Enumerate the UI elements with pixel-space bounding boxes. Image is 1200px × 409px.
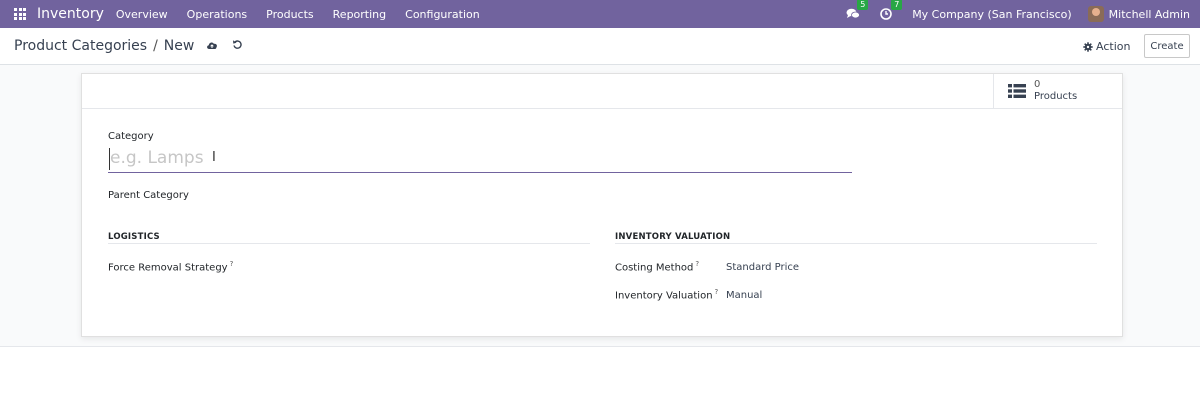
action-menu-button[interactable]: Action bbox=[1083, 40, 1130, 53]
user-menu[interactable]: Mitchell Admin bbox=[1087, 6, 1190, 22]
help-tooltip-icon[interactable]: ? bbox=[695, 260, 699, 268]
undo-icon bbox=[233, 40, 243, 49]
menu-overview[interactable]: Overview bbox=[116, 8, 168, 21]
costing-method-value[interactable]: Standard Price bbox=[726, 262, 799, 273]
menu-products[interactable]: Products bbox=[266, 8, 314, 21]
navbar-systray: 5 7 My Company (San Francisco) Mitchell … bbox=[846, 0, 1200, 28]
inventory-valuation-value[interactable]: Manual bbox=[726, 290, 762, 301]
clock-icon bbox=[880, 8, 892, 20]
help-tooltip-icon[interactable]: ? bbox=[230, 260, 234, 268]
inventory-valuation-text: Inventory Valuation bbox=[615, 290, 713, 302]
app-menu-icon[interactable] bbox=[14, 8, 26, 20]
category-name-input[interactable] bbox=[108, 144, 852, 173]
breadcrumb: Product Categories / New bbox=[14, 38, 243, 54]
avatar bbox=[1087, 6, 1104, 22]
breadcrumb-separator: / bbox=[153, 38, 158, 54]
app-name[interactable]: Inventory bbox=[37, 6, 104, 22]
control-panel: Product Categories / New Action Create bbox=[0, 28, 1200, 65]
menu-reporting[interactable]: Reporting bbox=[333, 8, 386, 21]
inventory-valuation-section-title: INVENTORY VALUATION bbox=[615, 232, 731, 242]
inventory-valuation-divider bbox=[615, 243, 1097, 244]
action-label: Action bbox=[1096, 40, 1131, 53]
force-removal-strategy-label: Force Removal Strategy? bbox=[108, 260, 233, 273]
company-switcher[interactable]: My Company (San Francisco) bbox=[912, 8, 1071, 21]
costing-method-label: Costing Method? bbox=[615, 260, 699, 273]
activities-button[interactable]: 7 bbox=[880, 0, 903, 20]
messages-count-badge: 5 bbox=[857, 0, 869, 10]
breadcrumb-product-categories[interactable]: Product Categories bbox=[14, 38, 147, 54]
save-button[interactable] bbox=[206, 38, 218, 54]
products-count: 0 bbox=[1034, 79, 1041, 90]
menu-configuration[interactable]: Configuration bbox=[405, 8, 480, 21]
parent-category-label: Parent Category bbox=[108, 190, 189, 201]
category-label: Category bbox=[108, 131, 154, 142]
user-name: Mitchell Admin bbox=[1108, 7, 1190, 21]
main-navbar: Inventory Overview Operations Products R… bbox=[0, 0, 1200, 28]
form-view: 0 Products Category I Parent Category LO… bbox=[0, 65, 1200, 347]
logistics-divider bbox=[108, 243, 590, 244]
products-smart-button-text: 0 Products bbox=[1034, 79, 1077, 103]
form-sheet: 0 Products Category I Parent Category LO… bbox=[81, 73, 1123, 337]
force-removal-strategy-text: Force Removal Strategy bbox=[108, 262, 228, 274]
products-label: Products bbox=[1034, 91, 1078, 102]
text-cursor bbox=[109, 148, 110, 170]
products-smart-button[interactable]: 0 Products bbox=[993, 74, 1122, 108]
create-button[interactable]: Create bbox=[1144, 34, 1190, 58]
breadcrumb-current: New bbox=[163, 38, 195, 54]
smart-button-box: 0 Products bbox=[82, 74, 1122, 109]
logistics-section-title: LOGISTICS bbox=[108, 232, 160, 242]
messages-button[interactable]: 5 bbox=[846, 0, 869, 20]
cloud-upload-icon bbox=[207, 42, 218, 49]
help-tooltip-icon[interactable]: ? bbox=[715, 288, 719, 296]
costing-method-text: Costing Method bbox=[615, 262, 694, 274]
gear-icon bbox=[1083, 41, 1093, 52]
inventory-valuation-label: Inventory Valuation? bbox=[615, 288, 718, 301]
list-icon bbox=[1008, 84, 1026, 98]
discard-button[interactable] bbox=[232, 38, 243, 54]
menu-operations[interactable]: Operations bbox=[187, 8, 247, 21]
mouse-ibeam-cursor: I bbox=[212, 150, 216, 165]
activities-count-badge: 7 bbox=[891, 0, 903, 10]
